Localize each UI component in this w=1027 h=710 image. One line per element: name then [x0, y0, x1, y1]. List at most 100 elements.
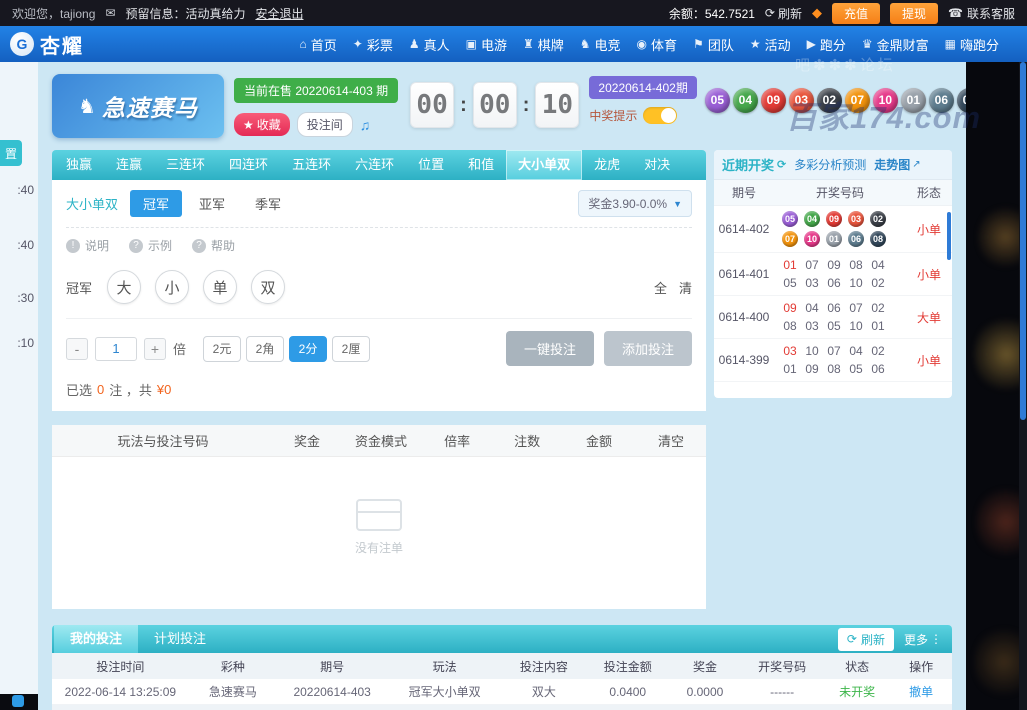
win-tip-toggle[interactable]: [643, 107, 678, 124]
position-tab-champion[interactable]: 冠军: [130, 190, 183, 217]
recent-draws-tab[interactable]: 近期开奖 ⟳: [722, 155, 786, 174]
unit-button-0[interactable]: 2元: [203, 335, 242, 362]
refresh-balance-button[interactable]: ⟳ 刷新: [765, 5, 802, 22]
nav-item-live[interactable]: ♟ 真人: [401, 26, 458, 62]
page-scrollbar[interactable]: [1019, 62, 1027, 710]
play-tab-ring-6[interactable]: 六连环: [343, 150, 406, 180]
scrollbar-thumb[interactable]: [1020, 62, 1026, 420]
select-all-button[interactable]: 全: [654, 278, 667, 297]
result-number: 01: [871, 319, 885, 333]
next-row-strip: [52, 705, 952, 710]
nav-item-hipaofen[interactable]: ▦ 嗨跑分: [937, 26, 1007, 62]
bet-option-even[interactable]: 双: [251, 270, 286, 304]
trend-chart-tab[interactable]: 走势图 ↗: [874, 156, 920, 173]
lottery-ball: 04: [732, 87, 758, 113]
analysis-tab[interactable]: 多彩分析预测: [794, 156, 866, 173]
play-tab-ring-5[interactable]: 五连环: [280, 150, 343, 180]
left-bottom-icon[interactable]: [12, 695, 24, 707]
countdown-separator: :: [522, 93, 530, 116]
multiplier-input[interactable]: 1: [95, 336, 137, 361]
tab-plan-bets[interactable]: 计划投注: [138, 625, 222, 653]
main-content: ♞ 急速赛马 当前在售 20220614-403 期 ★ 收藏 投注间 ♫ 00…: [38, 62, 966, 710]
more-button[interactable]: 更多 ⋮: [904, 631, 942, 648]
nav-item-egames[interactable]: ▣ 电游: [458, 26, 515, 62]
nav-item-esports[interactable]: ♞ 电竞: [572, 26, 629, 62]
favorite-button[interactable]: ★ 收藏: [234, 113, 290, 136]
cancel-bet-link[interactable]: 撤单: [890, 683, 952, 700]
clear-selection-button[interactable]: 清: [679, 278, 692, 297]
logout-link[interactable]: 安全退出: [255, 5, 303, 22]
left-time: :40: [17, 238, 34, 252]
result-ball: 04: [804, 211, 820, 227]
nav-item-sports[interactable]: ◉ 体育: [629, 26, 686, 62]
bet-room-button[interactable]: 投注间: [296, 112, 353, 137]
play-tab-sum[interactable]: 和值: [456, 150, 506, 180]
bet-option-small[interactable]: 小: [155, 270, 190, 304]
lottery-ball: 05: [704, 87, 730, 113]
lottery-ball: 09: [760, 87, 786, 113]
withdraw-button[interactable]: 提现: [890, 2, 939, 24]
play-tab-duel[interactable]: 对决: [632, 150, 682, 180]
brand-logo-icon: G: [10, 32, 34, 56]
help-instructions[interactable]: ! 说明: [66, 237, 109, 254]
my-bets-tabbar: 我的投注 计划投注 ⟳ 刷新 更多 ⋮: [52, 625, 952, 653]
result-number: 03: [783, 344, 797, 358]
nav-item-home[interactable]: ⌂ 首页: [292, 26, 345, 62]
tab-my-bets[interactable]: 我的投注: [54, 625, 139, 653]
paofen-icon: ▶: [806, 37, 816, 51]
help-help[interactable]: ? 帮助: [192, 237, 235, 254]
clear-all-button[interactable]: 清空: [636, 431, 706, 450]
position-tab-second[interactable]: 亚军: [186, 190, 238, 217]
bets-table-header: 投注时间 彩种 期号 玩法 投注内容 投注金额 奖金 开奖号码 状态 操作: [52, 653, 952, 679]
left-expand-tab[interactable]: 置: [0, 140, 22, 166]
mail-icon[interactable]: ✉: [105, 6, 115, 20]
trend-chart-icon: ↗: [912, 159, 921, 170]
nav-item-wealth[interactable]: ♛ 金鼎财富: [854, 26, 937, 62]
help-example[interactable]: ? 示例: [129, 237, 172, 254]
nav-item-activity[interactable]: ★ 活动: [742, 26, 799, 62]
bet-list-header-cell: 玩法与投注号码: [117, 434, 209, 449]
unit-button-2[interactable]: 2分: [289, 335, 328, 362]
nav-item-label: 彩票: [366, 37, 393, 53]
recent-header-cell: 形态: [916, 186, 941, 200]
customer-service-button[interactable]: ☎ 联系客服: [948, 5, 1015, 22]
bet-list-header: 玩法与投注号码 奖金 资金模式 倍率 注数 金额 清空: [52, 425, 706, 457]
refresh-bets-button[interactable]: ⟳ 刷新: [837, 627, 894, 651]
bet-list-empty: 没有注单: [52, 457, 706, 597]
panel-scrollbar[interactable]: [947, 212, 951, 260]
recent-rows: 0614-402 05 04 09 03 02 07 10 01 06 08 小单 0614-401 01…: [714, 206, 952, 382]
multiplier-minus-button[interactable]: -: [66, 337, 88, 360]
brand[interactable]: G 杏耀: [10, 30, 84, 59]
bet-option-odd[interactable]: 单: [203, 270, 238, 304]
play-tab-series-win[interactable]: 连赢: [104, 150, 154, 180]
odds-dropdown[interactable]: 奖金3.90-0.0% ▼: [578, 190, 692, 217]
play-tab-position[interactable]: 位置: [406, 150, 456, 180]
nav-item-team[interactable]: ⚑ 团队: [685, 26, 742, 62]
play-tab-big-small-odd-even[interactable]: 大小单双: [506, 150, 583, 180]
nav-item-paofen[interactable]: ▶ 跑分: [799, 26, 854, 62]
play-tab-solo-win[interactable]: 独赢: [54, 150, 104, 180]
game-logo: ♞ 急速赛马: [52, 74, 224, 138]
recharge-button[interactable]: 充值: [832, 2, 881, 24]
multiplier-plus-button[interactable]: +: [144, 337, 166, 360]
unit-button-1[interactable]: 2角: [246, 335, 285, 362]
result-number: 03: [805, 276, 819, 290]
play-tab-ring-3[interactable]: 三连环: [154, 150, 217, 180]
position-tab-third[interactable]: 季军: [242, 190, 294, 217]
speaker-icon[interactable]: ♫: [360, 117, 371, 133]
play-tab-dragon-tiger[interactable]: 龙虎: [582, 150, 632, 180]
result-number: 01: [783, 258, 797, 272]
recent-title: 近期开奖: [722, 158, 775, 173]
nav-item-lottery[interactable]: ✦ 彩票: [345, 26, 401, 62]
quick-bet-button[interactable]: 一键投注: [505, 331, 594, 366]
divider: [66, 318, 692, 319]
play-tab-ring-4[interactable]: 四连环: [217, 150, 280, 180]
result-number: 04: [849, 344, 863, 358]
nav-item-chess[interactable]: ♜ 棋牌: [515, 26, 572, 62]
bet-option-big[interactable]: 大: [107, 270, 142, 304]
refresh-icon: ⟳: [764, 6, 775, 20]
add-bet-button[interactable]: 添加投注: [603, 331, 692, 366]
refresh-icon[interactable]: ⟳: [777, 158, 786, 171]
promo-icon[interactable]: ◆: [812, 5, 822, 21]
unit-button-3[interactable]: 2厘: [332, 335, 371, 362]
